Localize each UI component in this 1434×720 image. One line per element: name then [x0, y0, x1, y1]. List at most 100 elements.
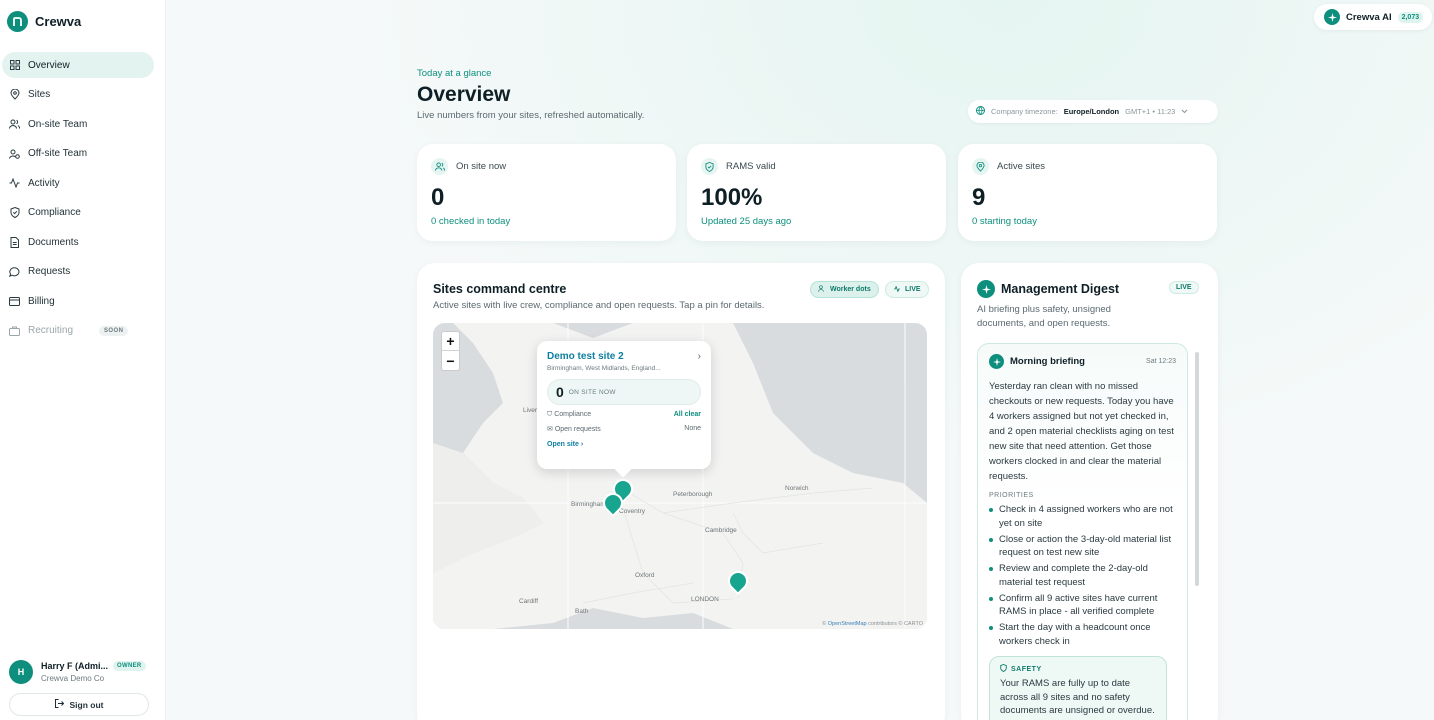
card-icon [9, 296, 20, 307]
priority-item: Start the day with a headcount once work… [989, 621, 1176, 648]
sidebar-item-off-site-team[interactable]: Off-site Team [2, 141, 154, 167]
page-subtitle: Live numbers from your sites, refreshed … [417, 110, 645, 121]
sidebar-item-activity[interactable]: Activity [2, 170, 154, 196]
sites-command-centre: Sites command centre Active sites with l… [417, 263, 945, 720]
map-attribution: © OpenStreetMap contributors © CARTO [822, 621, 923, 627]
briefing-text: Yesterday ran clean with no missed check… [989, 381, 1174, 482]
popup-requests-row: ✉ Open requests None [547, 425, 701, 433]
popup-onsite-count: 0 ON SITE NOW [547, 379, 701, 405]
avatar: H [9, 660, 33, 684]
live-toggle[interactable]: LIVE [885, 281, 929, 298]
requests-label: Open requests [554, 426, 601, 433]
sidebar-item-label: Billing [28, 295, 55, 307]
chevron-down-icon [1181, 107, 1188, 116]
priority-item: Confirm all 9 active sites have current … [989, 592, 1176, 619]
compliance-label: Compliance [554, 411, 592, 418]
priority-item: Review and complete the 2-day-old materi… [989, 562, 1176, 589]
onsite-label: ON SITE NOW [568, 388, 616, 396]
sidebar-nav: Overview Sites On-site Team Off-site Tea… [2, 52, 154, 347]
crewva-ai-button[interactable]: Crewva AI 2,073 [1314, 4, 1432, 30]
ai-credit-count: 2,073 [1397, 11, 1424, 23]
user-name-row: Harry F (Admi... OWNER [41, 661, 146, 671]
popup-title-row[interactable]: Demo test site 2 › [547, 351, 701, 362]
site-popup: Demo test site 2 › Birmingham, West Midl… [537, 341, 711, 469]
live-label: LIVE [905, 286, 921, 293]
page-title: Overview [417, 83, 511, 106]
map-label: Birmingham [571, 501, 606, 508]
digest-subtitle: AI briefing plus safety, unsigned docume… [977, 304, 1111, 329]
app-name: Crewva [35, 14, 82, 29]
sites-map[interactable]: + − Liverpool Peterborough Norwich Cambr… [433, 323, 927, 629]
inbox-icon: ✉ [547, 426, 553, 433]
stat-note: 0 starting today [972, 216, 1037, 227]
map-label: Cardiff [519, 598, 539, 605]
attribution-suffix: contributors © CARTO [868, 621, 923, 627]
sidebar-item-recruiting: Recruiting SOON [2, 318, 154, 344]
user-profile[interactable]: H Harry F (Admi... OWNER Crewva Demo Co [9, 660, 146, 684]
sidebar-item-label: On-site Team [28, 118, 88, 130]
worker-dots-toggle[interactable]: Worker dots [810, 281, 879, 298]
popup-compliance-row: ⛉ Compliance All clear [547, 411, 701, 419]
stat-note: 0 checked in today [431, 216, 511, 227]
timezone-label: Company timezone: [991, 107, 1058, 116]
briefing-time: Sat 12:23 [1146, 358, 1176, 365]
page-eyebrow: Today at a glance [417, 68, 492, 79]
sidebar-item-requests[interactable]: Requests [2, 259, 154, 285]
briefcase-icon [9, 325, 20, 336]
timezone-selector[interactable]: Company timezone: Europe/London GMT+1 • … [968, 100, 1218, 123]
digest-scrollbar[interactable] [1195, 352, 1199, 586]
map-zoom-controls: + − [441, 331, 460, 371]
stat-card-on-site[interactable]: On site now 0 0 checked in today [417, 144, 676, 241]
openstreetmap-link[interactable]: OpenStreetMap [828, 621, 867, 627]
popup-site-name[interactable]: Demo test site 2 [547, 351, 624, 362]
sidebar-item-label: Documents [28, 236, 79, 248]
safety-box: SAFETY Your RAMS are fully up to date ac… [989, 656, 1167, 720]
sign-out-button[interactable]: Sign out [9, 693, 149, 716]
briefing-header: Morning briefing Sat 12:23 [989, 354, 1176, 369]
sparkle-icon [989, 354, 1004, 369]
shield-icon [701, 158, 718, 175]
timezone-value: Europe/London [1063, 107, 1120, 116]
crewva-logo-icon [7, 11, 28, 32]
open-site-link[interactable]: Open site › [547, 441, 701, 448]
sites-subtitle: Active sites with live crew, compliance … [433, 300, 765, 311]
digest-title: Management Digest [1001, 282, 1120, 296]
map-label: Oxford [635, 572, 655, 579]
map-label: Peterborough [673, 491, 713, 498]
sparkle-icon [1324, 9, 1340, 25]
digest-live-badge: LIVE [1169, 281, 1199, 294]
sidebar-item-billing[interactable]: Billing [2, 288, 154, 314]
timezone-offset: GMT+1 • 11:23 [1125, 107, 1176, 116]
shield-icon [1000, 664, 1007, 674]
sidebar-item-overview[interactable]: Overview [2, 52, 154, 78]
zoom-out-button[interactable]: − [442, 351, 459, 370]
map-label: Norwich [785, 485, 809, 492]
sidebar-item-documents[interactable]: Documents [2, 229, 154, 255]
sidebar-item-sites[interactable]: Sites [2, 82, 154, 108]
users-icon [9, 119, 20, 130]
app-logo[interactable]: Crewva [7, 11, 81, 32]
stat-card-rams[interactable]: RAMS valid 100% Updated 25 days ago [687, 144, 946, 241]
soon-badge: SOON [99, 325, 129, 336]
owner-badge: OWNER [113, 661, 146, 671]
sidebar-item-label: Compliance [28, 207, 81, 218]
zoom-in-button[interactable]: + [442, 332, 459, 351]
sidebar-item-compliance[interactable]: Compliance [2, 200, 154, 226]
priorities-label: PRIORITIES [989, 492, 1034, 499]
management-digest: Management Digest LIVE AI briefing plus … [961, 263, 1218, 720]
sidebar-item-on-site-team[interactable]: On-site Team [2, 111, 154, 137]
sidebar: Crewva Overview Sites On-site Team Off-s… [0, 0, 166, 720]
pulse-icon [893, 284, 901, 294]
priority-item: Close or action the 3-day-old material l… [989, 533, 1176, 560]
morning-briefing: Morning briefing Sat 12:23 Yesterday ran… [977, 343, 1188, 720]
stat-header: RAMS valid [701, 158, 932, 175]
briefing-title: Morning briefing [1010, 356, 1085, 367]
chevron-right-icon[interactable]: › [698, 351, 701, 362]
stat-card-active-sites[interactable]: Active sites 9 0 starting today [958, 144, 1217, 241]
sidebar-item-label: Requests [28, 266, 71, 277]
sidebar-item-label: Off-site Team [28, 148, 88, 159]
compliance-value: All clear [673, 411, 701, 418]
sidebar-item-label: Activity [28, 177, 60, 189]
stat-label: RAMS valid [726, 161, 776, 172]
chevron-right-icon: › [580, 441, 584, 448]
